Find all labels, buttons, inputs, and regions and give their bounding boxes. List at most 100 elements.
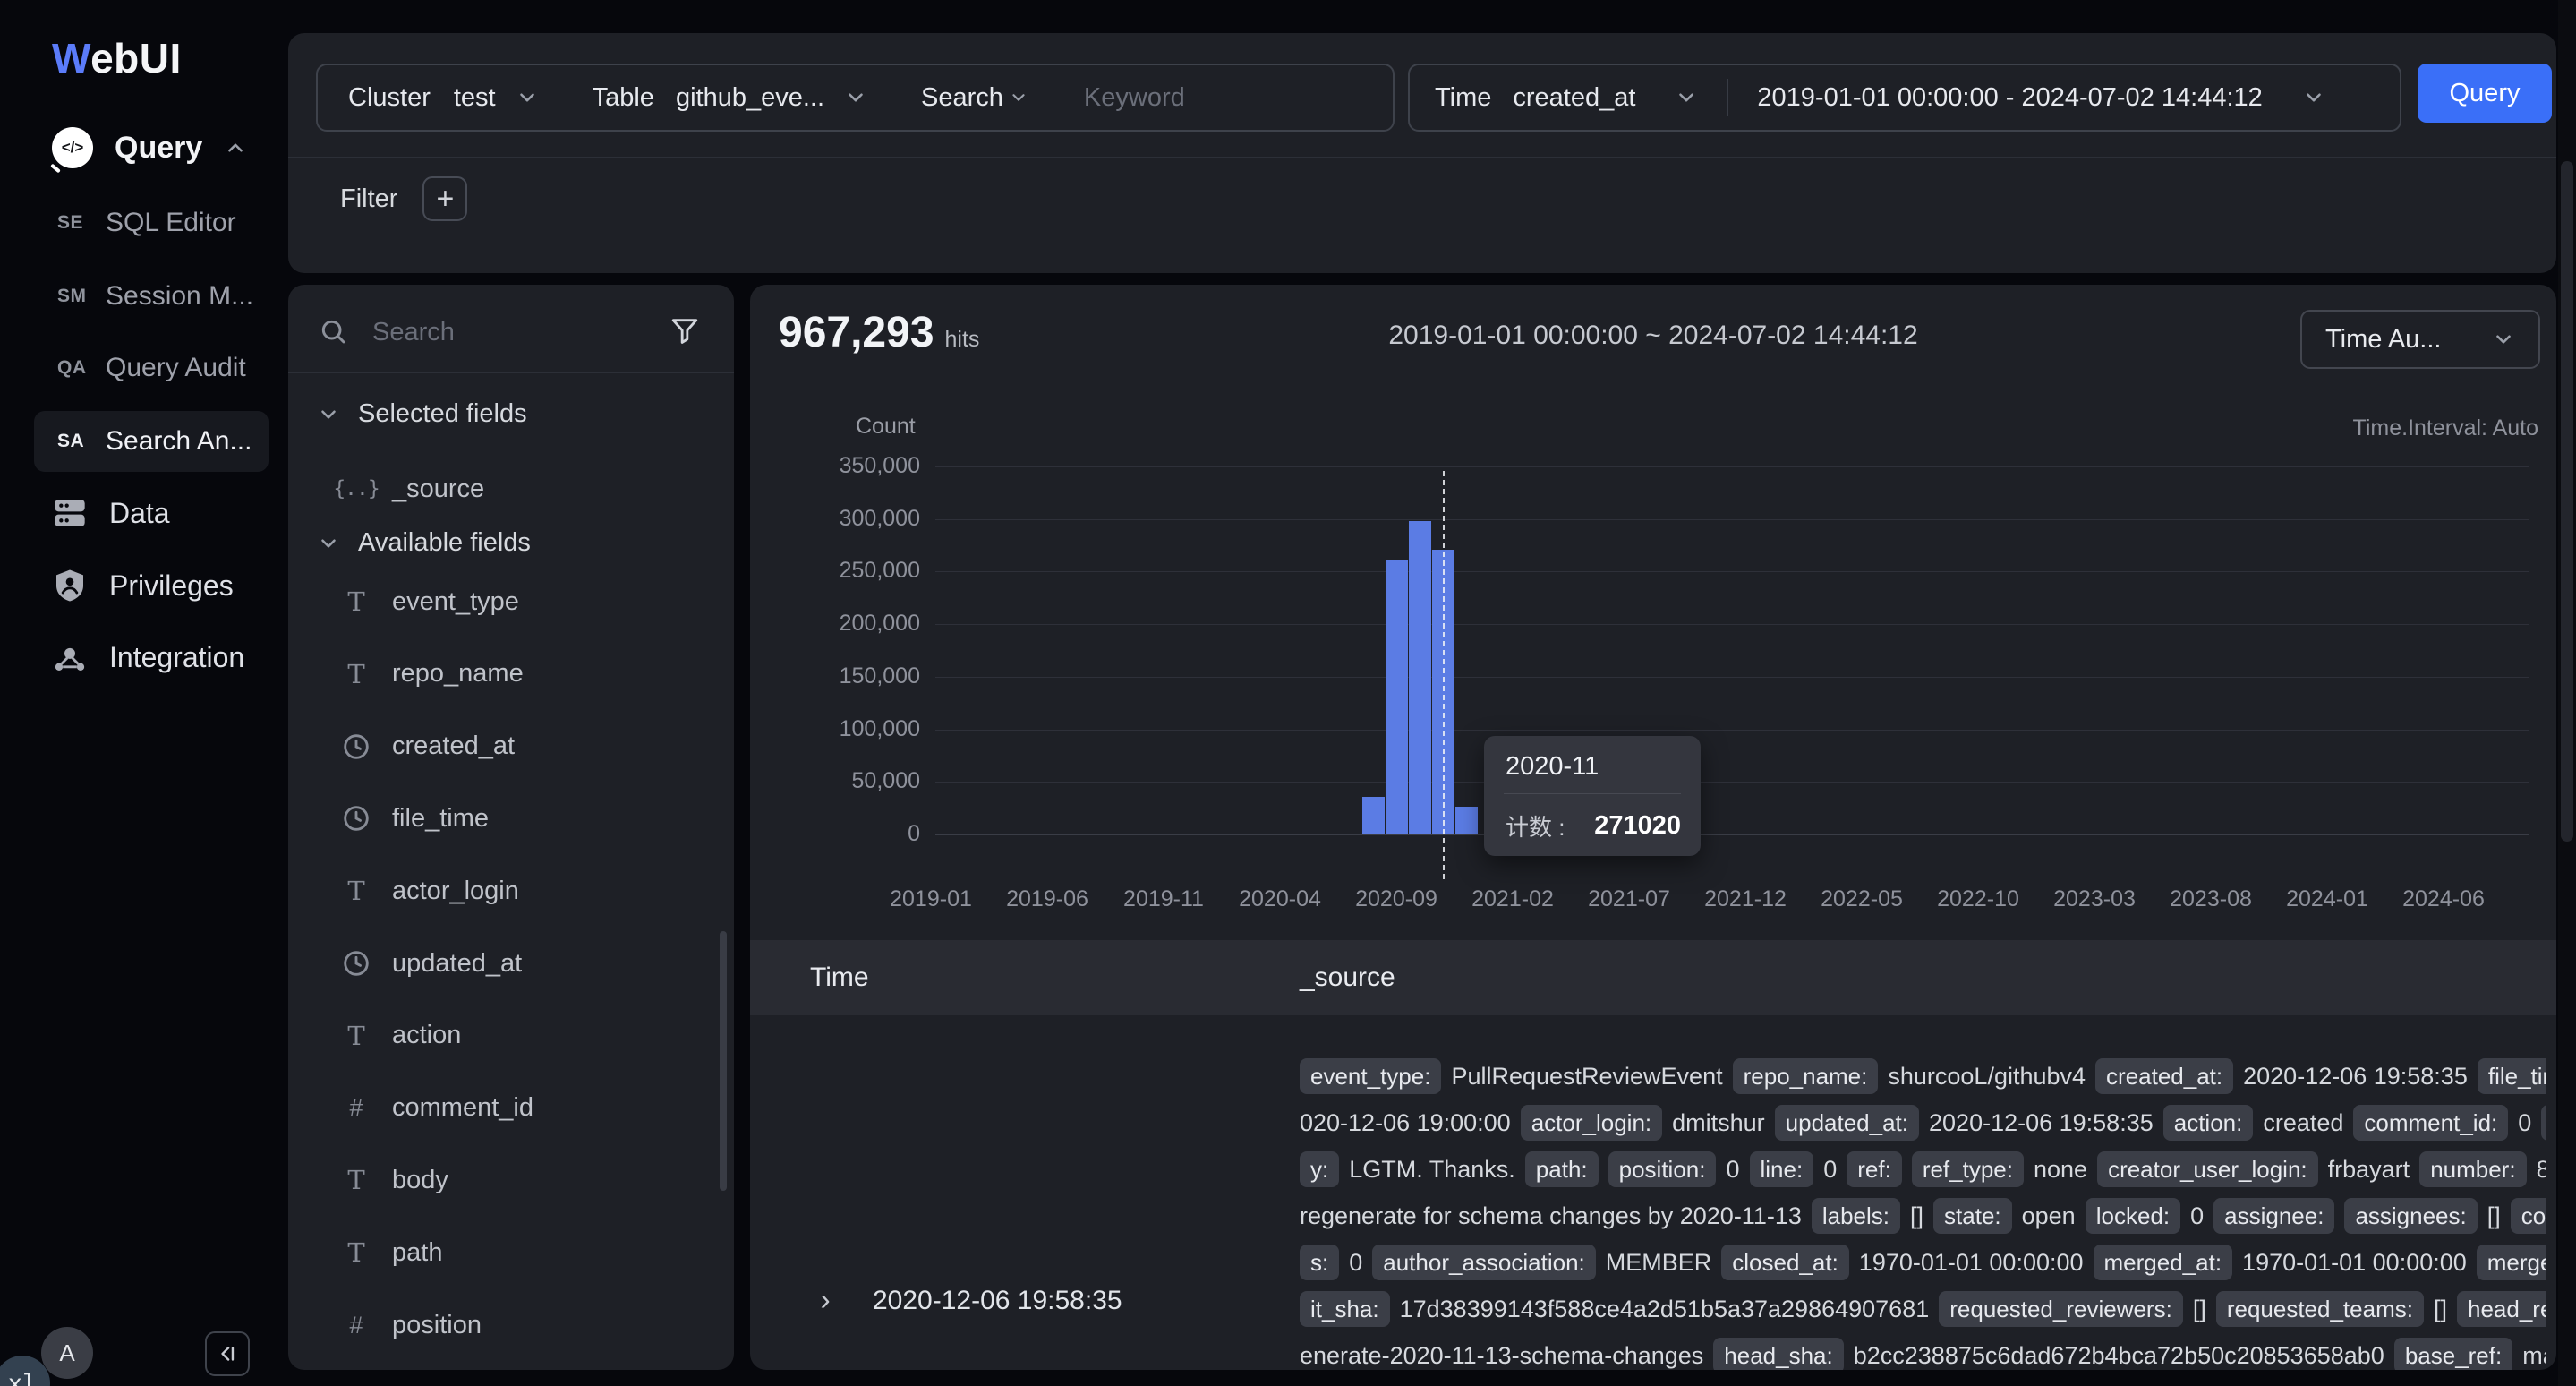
gridline — [935, 466, 2529, 467]
table-label: Table — [593, 83, 654, 113]
sidebar-item-search-an-[interactable]: SASearch An... — [34, 411, 269, 472]
y-axis-tick-label: 300,000 — [750, 506, 920, 532]
field-item-event_type[interactable]: Tevent_type — [340, 577, 519, 627]
toolbar-card: Cluster test Table github_eve... Search … — [288, 33, 2556, 273]
histogram-bar-2020-09[interactable] — [1386, 560, 1408, 834]
histogram-bar-2020-08[interactable] — [1362, 797, 1385, 834]
selected-fields-header[interactable]: Selected fields — [317, 399, 527, 429]
field-name: _source — [392, 475, 484, 504]
row-expand-chevron-right-icon[interactable]: › — [809, 1280, 841, 1320]
chevron-down-icon — [2492, 328, 2515, 351]
chevron-down-icon[interactable] — [1675, 86, 1698, 109]
y-axis-tick-label: 150,000 — [750, 663, 920, 689]
field-key-chip: requested_teams: — [2216, 1291, 2424, 1327]
field-item-path[interactable]: Tpath — [340, 1228, 442, 1278]
field-value-text: 0 — [1726, 1156, 1739, 1184]
field-item-body[interactable]: Tbody — [340, 1155, 448, 1205]
field-item-action[interactable]: Taction — [340, 1011, 461, 1061]
item-abbr-icon: SE — [57, 212, 106, 234]
sidebar-item-label: Data — [109, 497, 170, 530]
chevron-down-icon[interactable] — [2302, 86, 2325, 109]
field-value-text: [] — [1910, 1202, 1923, 1230]
sidebar-item-data[interactable]: Data — [52, 486, 170, 540]
field-name: event_type — [392, 587, 519, 617]
field-item-file_time[interactable]: file_time — [340, 793, 489, 843]
fields-scrollbar-thumb[interactable] — [720, 931, 727, 1191]
field-item-created_at[interactable]: created_at — [340, 722, 515, 772]
field-key-chip: locked: — [2086, 1198, 2180, 1234]
sidebar-collapse-button[interactable] — [205, 1331, 250, 1376]
time-field-select[interactable]: created_at — [1513, 83, 1635, 113]
chevron-down-icon[interactable] — [516, 86, 539, 109]
cluster-select[interactable]: test — [454, 83, 496, 113]
source-line: event_type:PullRequestReviewEventrepo_na… — [1300, 1053, 2546, 1099]
field-key-chip: ref: — [1847, 1151, 1902, 1187]
search-mode-label[interactable]: Search — [921, 83, 1003, 113]
field-name: created_at — [392, 732, 515, 761]
field-value-text: 1970-01-01 00:00:00 — [2242, 1249, 2467, 1277]
filter-funnel-icon[interactable] — [670, 315, 700, 346]
sidebar-group-query[interactable]: </> Query — [52, 127, 247, 168]
field-value-text: 83 — [2537, 1156, 2546, 1184]
number-field-icon: # — [340, 1309, 372, 1341]
field-key-chip: updated_at: — [1775, 1105, 1919, 1141]
add-filter-button[interactable]: + — [422, 176, 467, 221]
query-icon: </> — [52, 127, 93, 168]
field-key-chip: assignees: — [2344, 1198, 2477, 1234]
x-axis-tick-label: 2024-01 — [2286, 886, 2368, 912]
field-value-text: [] — [2193, 1296, 2206, 1323]
field-key-chip: event_type: — [1300, 1058, 1441, 1094]
field-item-actor_login[interactable]: Tactor_login — [340, 866, 519, 916]
x-axis-tick-label: 2019-11 — [1123, 886, 1204, 912]
keyword-input[interactable] — [1082, 82, 1408, 114]
sidebar-item-sql-editor[interactable]: SESQL Editor — [34, 192, 269, 253]
sidebar-item-privileges[interactable]: Privileges — [52, 559, 234, 612]
chevron-down-icon[interactable] — [1009, 88, 1028, 107]
chevron-down-icon — [317, 403, 340, 426]
clock-icon — [340, 802, 372, 834]
tooltip-count-label: 计数 : — [1506, 809, 1565, 843]
field-key-chip: number: — [2419, 1151, 2526, 1187]
field-item-repo_name[interactable]: Trepo_name — [340, 649, 524, 699]
gridline — [935, 519, 2529, 520]
field-item-comment_id[interactable]: #comment_id — [340, 1083, 533, 1134]
text-field-icon: T — [340, 1236, 372, 1269]
field-item-updated_at[interactable]: updated_at — [340, 938, 522, 988]
field-search-input[interactable] — [371, 312, 625, 353]
x-axis-tick-label: 2019-01 — [890, 886, 972, 912]
time-range-picker[interactable]: 2019-01-01 00:00:00 - 2024-07-02 14:44:1… — [1757, 83, 2262, 113]
field-key-chip: s: — [1300, 1245, 1339, 1280]
item-abbr-icon: QA — [57, 357, 106, 379]
field-item-position[interactable]: #position — [340, 1300, 482, 1350]
available-fields-header[interactable]: Available fields — [317, 528, 531, 558]
field-value-text: 0 — [1349, 1249, 1362, 1277]
sidebar-item-label: Integration — [109, 641, 244, 674]
chevron-down-icon[interactable] — [844, 86, 867, 109]
field-key-chip: state: — [1933, 1198, 2012, 1234]
avatar[interactable]: A — [41, 1327, 93, 1379]
field-value-text: PullRequestReviewEvent — [1451, 1063, 1722, 1091]
histogram-bar-2020-12[interactable] — [1455, 807, 1478, 834]
field-item-_source[interactable]: {..}_source — [340, 464, 484, 514]
field-value-text: enerate-2020-11-13-schema-changes — [1300, 1342, 1703, 1370]
item-abbr-icon: SA — [57, 431, 106, 452]
table-select[interactable]: github_eve... — [676, 83, 824, 113]
query-button[interactable]: Query — [2418, 64, 2552, 123]
field-name: repo_name — [392, 659, 524, 689]
field-key-chip: file_time: — [2478, 1058, 2546, 1094]
divider — [1727, 79, 1728, 116]
time-label: Time — [1435, 83, 1491, 113]
x-axis-tick-label: 2022-10 — [1937, 886, 2019, 912]
field-key-chip: actor_login: — [1521, 1105, 1662, 1141]
sidebar-item-integration[interactable]: Integration — [52, 630, 244, 684]
histogram-bar-2020-10[interactable] — [1409, 521, 1431, 834]
field-key-chip: bod — [2541, 1105, 2546, 1141]
field-value-text: LGTM. Thanks. — [1349, 1156, 1515, 1184]
search-icon — [319, 317, 347, 346]
sidebar-item-label: SQL Editor — [106, 208, 236, 238]
field-key-chip: y: — [1300, 1151, 1339, 1187]
time-interval-select[interactable]: Time Au... — [2300, 310, 2540, 369]
sidebar-item-query-audit[interactable]: QAQuery Audit — [34, 338, 269, 398]
sidebar-item-session-m-[interactable]: SMSession M... — [34, 266, 269, 327]
page-scrollbar-thumb[interactable] — [2561, 161, 2573, 842]
